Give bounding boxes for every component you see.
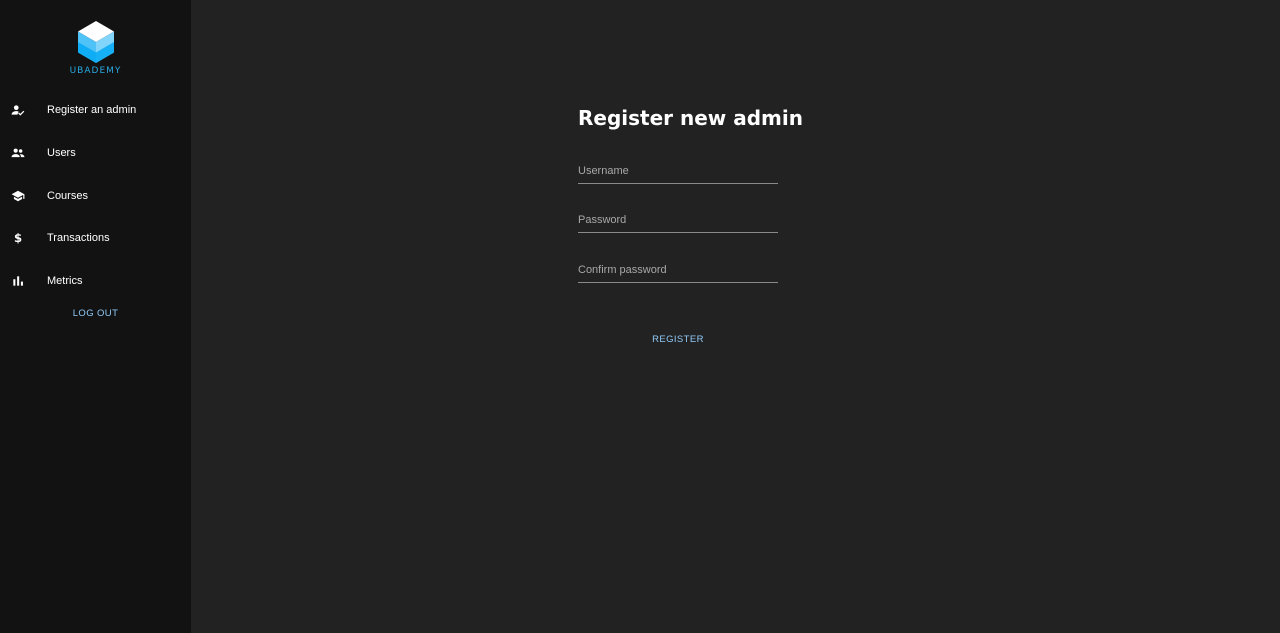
sidebar-item-label: Transactions: [47, 232, 110, 245]
dollar-icon: $: [11, 231, 25, 245]
brand-name: UBADEMY: [69, 66, 122, 76]
svg-text:$: $: [14, 231, 22, 245]
person-check-icon: [11, 103, 25, 117]
sidebar: UBADEMY Register an admin Users Courses: [0, 0, 191, 633]
password-input[interactable]: [578, 208, 778, 232]
app-root: UBADEMY Register an admin Users Courses: [0, 0, 1280, 633]
sidebar-item-label: Courses: [47, 189, 88, 202]
register-admin-form: Register new admin REGISTER: [578, 104, 803, 345]
confirm-password-field: [578, 258, 778, 283]
register-button[interactable]: REGISTER: [578, 330, 778, 349]
sidebar-item-register-admin[interactable]: Register an admin: [0, 89, 191, 132]
username-input[interactable]: [578, 159, 778, 183]
graduation-cap-icon: [11, 189, 25, 203]
username-field: [578, 159, 778, 184]
logout-button[interactable]: LOG OUT: [0, 308, 191, 319]
sidebar-item-metrics[interactable]: Metrics: [0, 260, 191, 303]
sidebar-item-label: Register an admin: [47, 104, 137, 117]
confirm-password-input[interactable]: [578, 258, 778, 282]
brand-logo[interactable]: UBADEMY: [0, 20, 191, 77]
people-icon: [11, 146, 25, 160]
page-title: Register new admin: [578, 106, 803, 130]
sidebar-item-transactions[interactable]: $ Transactions: [0, 217, 191, 260]
sidebar-item-courses[interactable]: Courses: [0, 174, 191, 217]
cube-logo-icon: [77, 21, 114, 63]
sidebar-item-label: Users: [47, 147, 76, 160]
sidebar-item-label: Metrics: [47, 275, 83, 288]
sidebar-item-users[interactable]: Users: [0, 132, 191, 175]
password-field: [578, 208, 778, 233]
main-content: Register new admin REGISTER: [191, 0, 1280, 633]
sidebar-nav: Register an admin Users Courses $ Transa…: [0, 89, 191, 302]
bar-chart-icon: [11, 274, 25, 288]
